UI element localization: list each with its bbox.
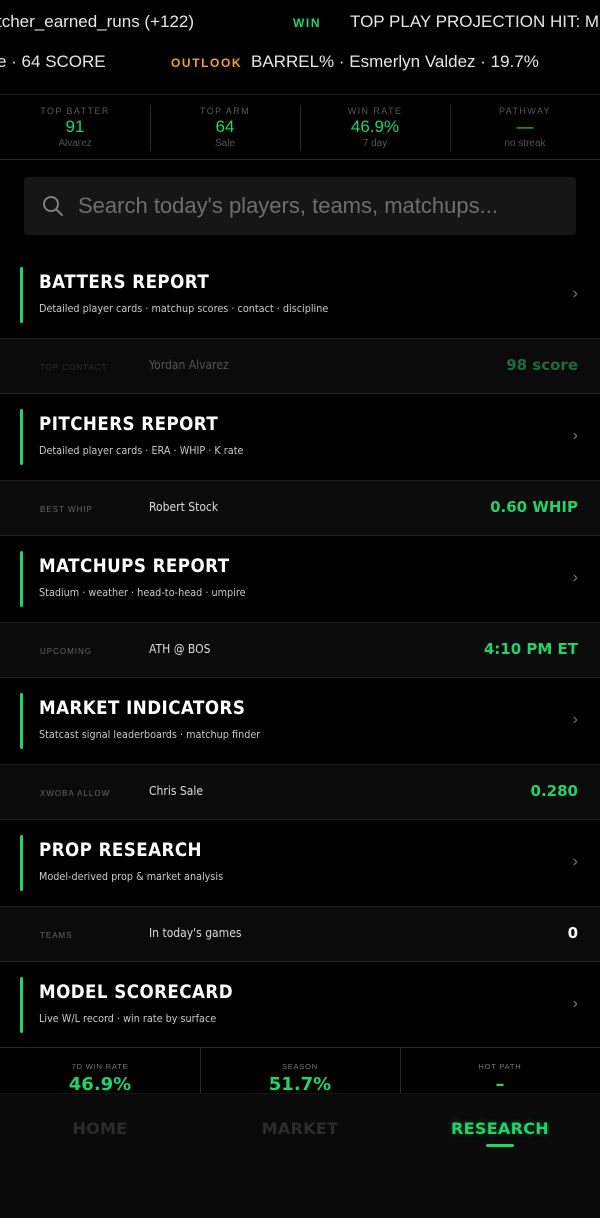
report-description: Model-derived prop & market analysis xyxy=(39,871,224,883)
nav-home[interactable]: HOME xyxy=(0,1119,200,1138)
accent-bar xyxy=(20,267,23,323)
highlight-value: 0.280 xyxy=(530,782,578,800)
highlight-label: UPCOMING xyxy=(40,647,92,656)
highlight-teams[interactable]: TEAMS In today's games 0 xyxy=(0,906,600,962)
highlight-upcoming[interactable]: UPCOMING ATH @ BOS 4:10 PM ET xyxy=(0,622,600,678)
scorecard-label: HOT PATH xyxy=(478,1062,522,1071)
report-title: PROP RESEARCH xyxy=(39,839,202,861)
stat-value: 46.9% xyxy=(350,117,400,136)
stat-value: — xyxy=(516,117,534,136)
highlight-name: Robert Stock xyxy=(149,500,219,514)
highlight-xwoba-allow[interactable]: XWOBA ALLOW Chris Sale 0.280 xyxy=(0,764,600,820)
highlight-name: Chris Sale xyxy=(149,784,204,798)
report-title: MARKET INDICATORS xyxy=(39,697,246,719)
scorecard-label: 7D WIN RATE xyxy=(71,1062,129,1071)
highlight-value: 98 score xyxy=(506,356,578,374)
accent-bar xyxy=(20,977,23,1033)
scorecard-value: 51.7% xyxy=(268,1074,332,1095)
stat-label: PATHWAY xyxy=(499,106,551,116)
highlight-value: 0 xyxy=(567,924,578,942)
chevron-right-icon: › xyxy=(572,285,578,302)
stat-sub: 7 day xyxy=(362,138,388,149)
ticker-row-2: e · 64 SCORE OUTLOOK BARREL% · Esmerlyn … xyxy=(0,40,600,84)
ticker-text: e · 64 SCORE xyxy=(0,52,106,71)
highlight-best-whip[interactable]: BEST WHIP Robert Stock 0.60 WHIP xyxy=(0,480,600,536)
ticker-outlook-label: OUTLOOK xyxy=(171,56,243,70)
stat-label: WIN RATE xyxy=(347,106,403,116)
stat-value: 91 xyxy=(65,117,85,136)
scorecard-strip: 7D WIN RATE 46.9% SEASON 51.7% HOT PATH … xyxy=(0,1047,600,1095)
ticker-text: TOP PLAY PROJECTION HIT: M xyxy=(350,12,600,31)
report-description: Stadium · weather · head-to-head · umpir… xyxy=(39,587,246,599)
report-title: MATCHUPS REPORT xyxy=(39,555,230,577)
report-batters[interactable]: BATTERS REPORT Detailed player cards · m… xyxy=(0,255,600,339)
report-matchups[interactable]: MATCHUPS REPORT Stadium · weather · head… xyxy=(0,539,600,623)
ticker-text: BARREL% · Esmerlyn Valdez · 19.7% xyxy=(251,52,539,71)
scorecard-label: SEASON xyxy=(281,1062,319,1071)
report-description: Statcast signal leaderboards · matchup f… xyxy=(39,729,261,741)
scorecard-value: – xyxy=(495,1074,505,1095)
stat-label: TOP ARM xyxy=(200,106,250,116)
accent-bar xyxy=(20,693,23,749)
report-description: Live W/L record · win rate by surface xyxy=(39,1013,217,1025)
scorecard-7d-win-rate: 7D WIN RATE 46.9% xyxy=(0,1048,200,1095)
search-input[interactable] xyxy=(78,193,558,219)
bottom-nav: HOME MARKET RESEARCH xyxy=(0,1093,600,1218)
stat-sub: no streak xyxy=(504,138,546,149)
report-title: BATTERS REPORT xyxy=(39,271,210,293)
report-pitchers[interactable]: PITCHERS REPORT Detailed player cards · … xyxy=(0,397,600,481)
stat-value: 64 xyxy=(215,117,235,136)
accent-bar xyxy=(20,409,23,465)
ticker-text: tcher_earned_runs (+122) xyxy=(0,12,195,31)
highlight-label: BEST WHIP xyxy=(40,505,93,514)
stat-sub: Alvarez xyxy=(58,138,92,149)
nav-research[interactable]: RESEARCH xyxy=(400,1119,600,1138)
highlight-label: XWOBA ALLOW xyxy=(40,789,111,798)
accent-bar xyxy=(20,551,23,607)
highlight-label: TOP CONTACT xyxy=(40,363,108,372)
report-model-scorecard[interactable]: MODEL SCORECARD Live W/L record · win ra… xyxy=(0,965,600,1049)
stat-top-batter: TOP BATTER 91 Alvarez xyxy=(0,95,150,159)
chevron-right-icon: › xyxy=(572,427,578,444)
search-icon xyxy=(43,196,63,216)
highlight-top-contact[interactable]: TOP CONTACT Yordan Alvarez 98 score xyxy=(0,338,600,394)
ticker-win-label: WIN xyxy=(293,16,322,30)
stat-pathway: PATHWAY — no streak xyxy=(450,95,600,159)
chevron-right-icon: › xyxy=(572,853,578,870)
report-title: MODEL SCORECARD xyxy=(39,981,234,1003)
accent-bar xyxy=(20,835,23,891)
report-market-indicators[interactable]: MARKET INDICATORS Statcast signal leader… xyxy=(0,681,600,765)
highlight-name: ATH @ BOS xyxy=(149,642,211,656)
highlight-value: 4:10 PM ET xyxy=(483,640,578,658)
stats-strip: TOP BATTER 91 Alvarez TOP ARM 64 Sale WI… xyxy=(0,94,600,160)
scorecard-season: SEASON 51.7% xyxy=(200,1048,400,1095)
chevron-right-icon: › xyxy=(572,569,578,586)
stat-win-rate: WIN RATE 46.9% 7 day xyxy=(300,95,450,159)
highlight-name: Yordan Alvarez xyxy=(149,358,229,372)
highlight-name: In today's games xyxy=(149,926,242,940)
report-description: Detailed player cards · matchup scores ·… xyxy=(39,303,329,315)
scorecard-value: 46.9% xyxy=(68,1074,132,1095)
stat-top-arm: TOP ARM 64 Sale xyxy=(150,95,300,159)
stat-sub: Sale xyxy=(214,138,235,149)
scorecard-hot-path: HOT PATH – xyxy=(400,1048,600,1095)
nav-market[interactable]: MARKET xyxy=(200,1119,400,1138)
report-title: PITCHERS REPORT xyxy=(39,413,219,435)
report-prop-research[interactable]: PROP RESEARCH Model-derived prop & marke… xyxy=(0,823,600,907)
nav-active-indicator xyxy=(486,1144,514,1147)
stat-label: TOP BATTER xyxy=(40,106,110,116)
chevron-right-icon: › xyxy=(572,995,578,1012)
chevron-right-icon: › xyxy=(572,711,578,728)
highlight-label: TEAMS xyxy=(40,931,73,940)
ticker-row-1: tcher_earned_runs (+122) WIN TOP PLAY PR… xyxy=(0,0,600,44)
search-bar[interactable] xyxy=(24,177,576,235)
highlight-value: 0.60 WHIP xyxy=(490,498,578,516)
report-description: Detailed player cards · ERA · WHIP · K r… xyxy=(39,445,244,457)
